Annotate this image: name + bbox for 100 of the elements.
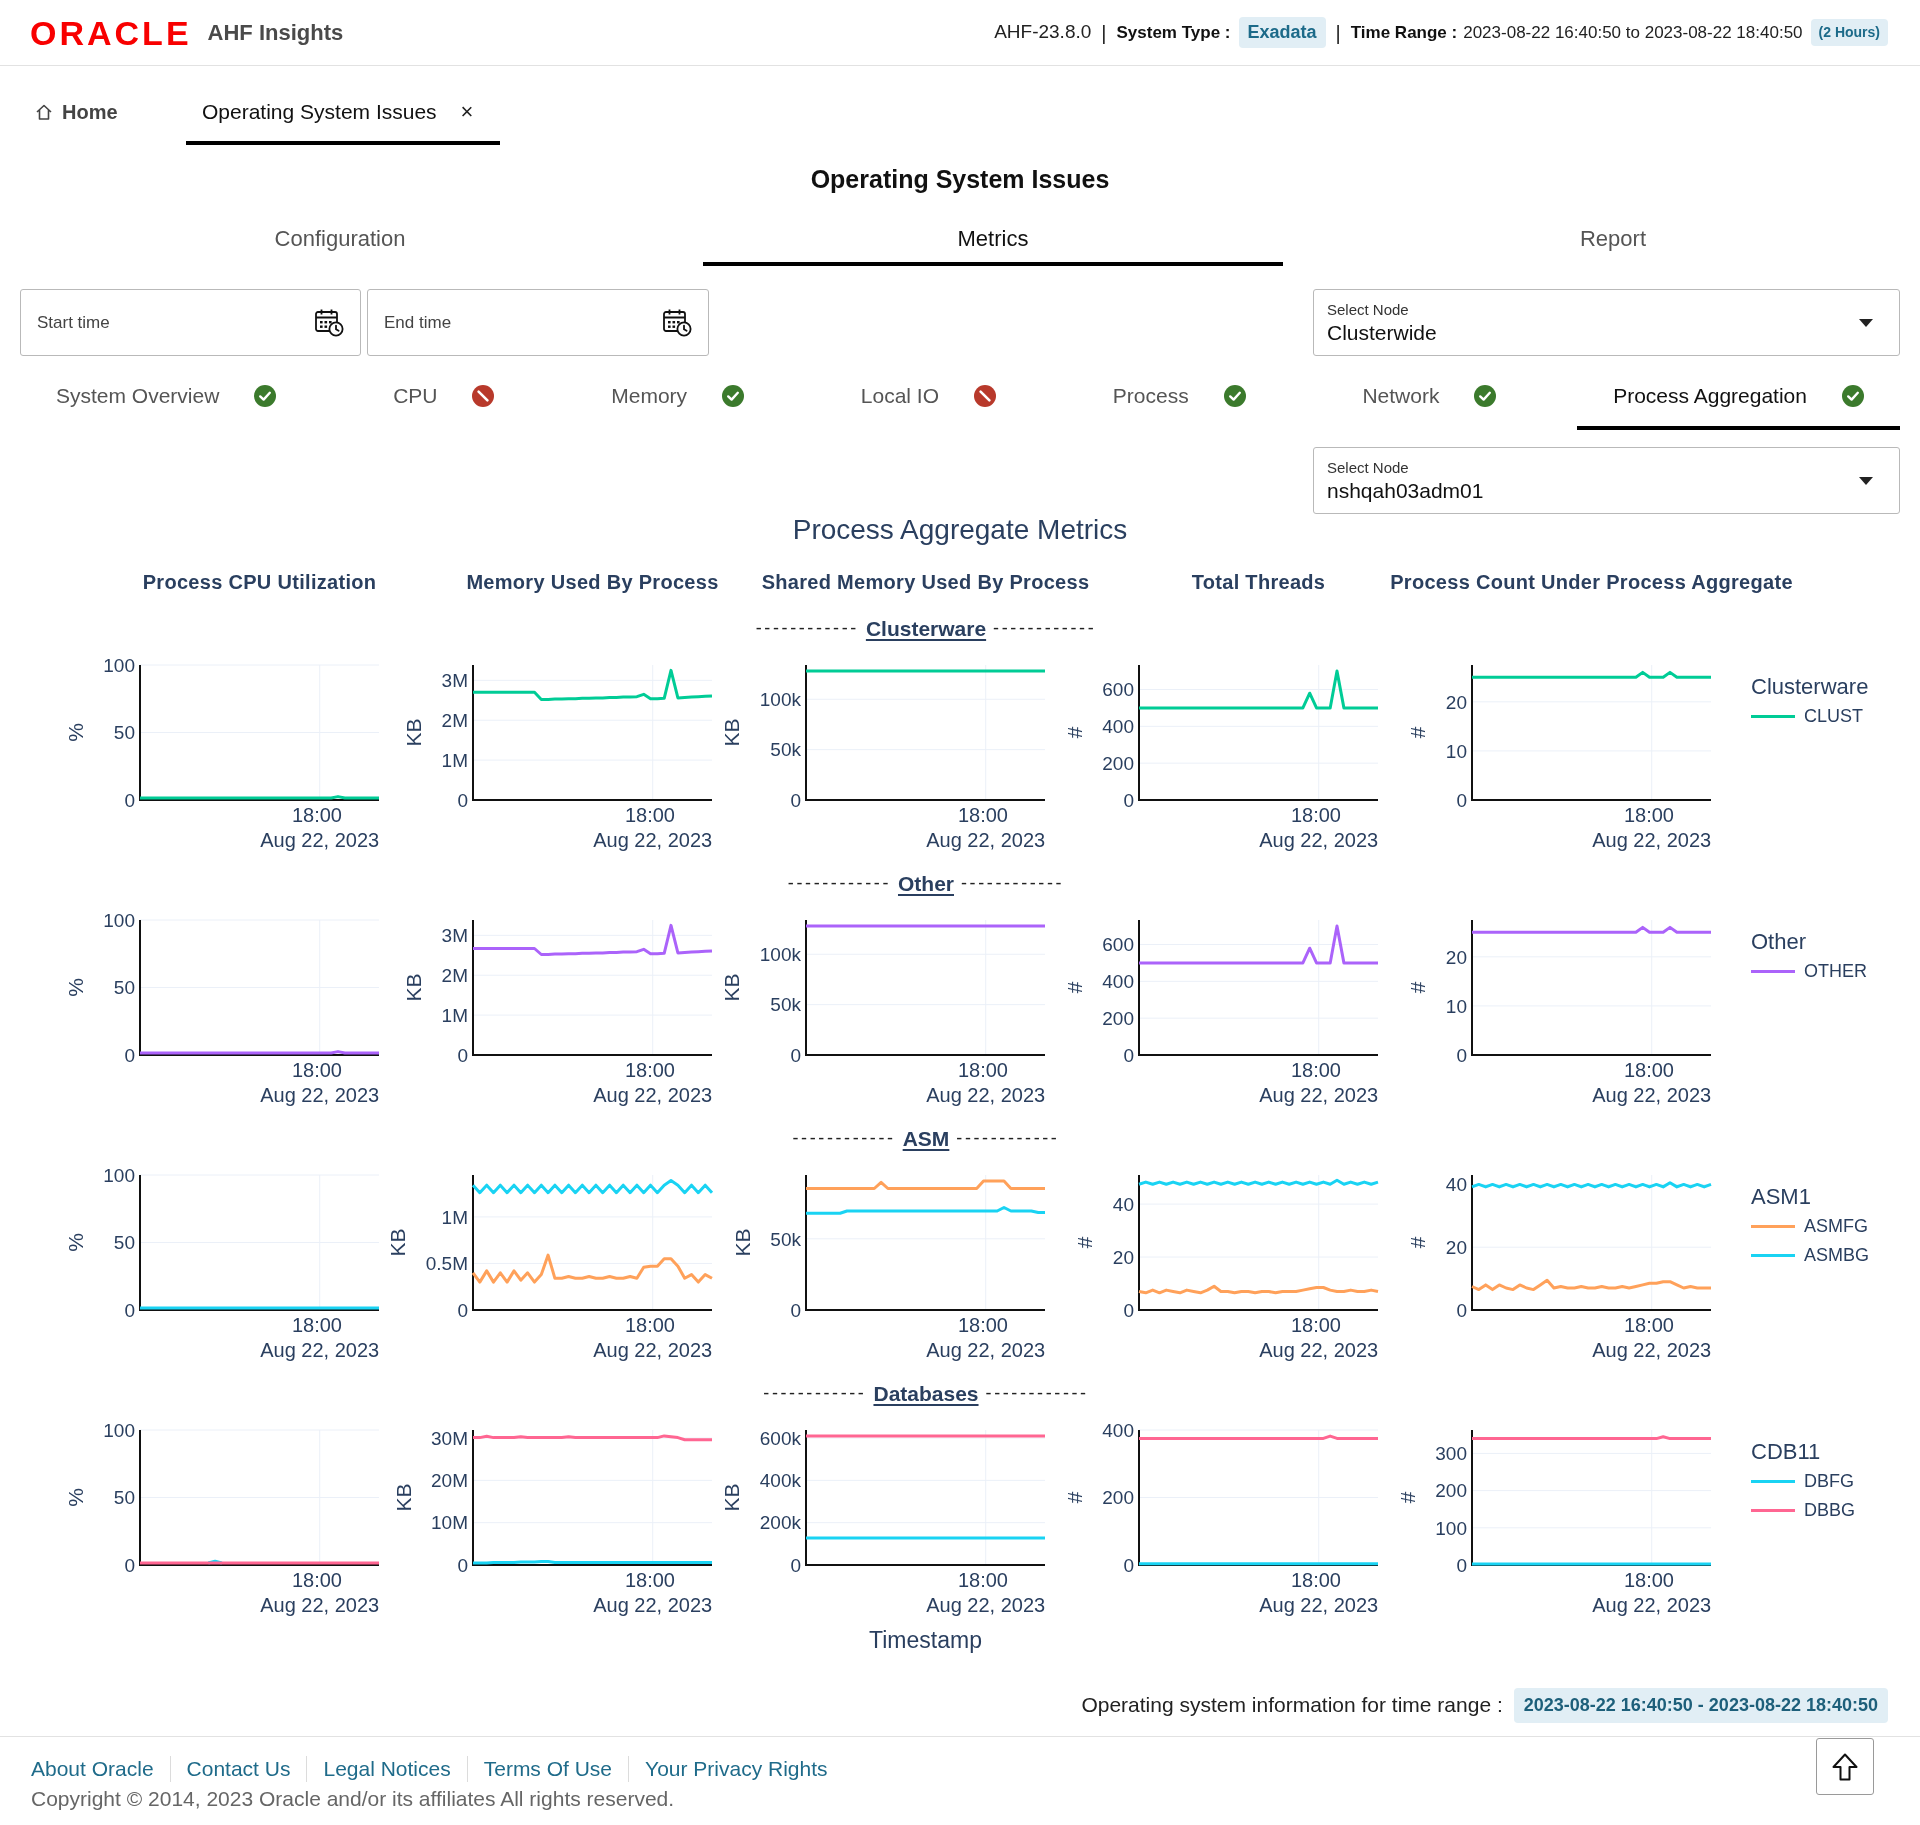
x-tick-label: 18:00 Aug 22, 2023 [260, 804, 380, 851]
y-tick-label: 100 [1435, 1517, 1467, 1539]
y-tick-label: 400k [759, 1470, 801, 1492]
metric-tab[interactable]: Network [1326, 366, 1533, 430]
y-tick-label: 0 [124, 789, 135, 811]
y-tick-label: 10M [431, 1512, 468, 1534]
y-tick-label: 0 [790, 789, 801, 811]
home-tab[interactable]: Home [20, 83, 186, 145]
y-tick-label: 20 [1445, 1237, 1467, 1258]
group-title: Other [898, 870, 954, 897]
x-tick-label: 18:00 Aug 22, 2023 [1592, 804, 1712, 851]
y-tick-label: 200 [1102, 752, 1134, 774]
y-axis-title: # [1406, 726, 1430, 739]
y-tick-label: 50k [770, 1228, 801, 1250]
section-tab[interactable]: Metrics [703, 215, 1283, 266]
column-title: Shared Memory Used By Process [761, 570, 1090, 594]
legend-title: ASM1 [1751, 1184, 1812, 1210]
y-tick-label: 0 [1123, 789, 1134, 811]
x-tick-label: 18:00 Aug 22, 2023 [1259, 1314, 1379, 1361]
y-axis-title: KB [720, 718, 744, 747]
y-tick-label: 600k [759, 1427, 801, 1449]
y-tick-label: 0 [457, 1299, 468, 1321]
node-select[interactable]: Select Node Clusterwide [1313, 289, 1900, 356]
y-tick-label: 0 [790, 1554, 801, 1576]
y-tick-label: 600 [1102, 679, 1134, 701]
x-tick-label: 18:00 Aug 22, 2023 [593, 1059, 713, 1106]
footer-link[interactable]: Legal Notices [323, 1756, 451, 1782]
scroll-to-top-button[interactable] [1816, 1738, 1874, 1795]
metric-tab[interactable]: System Overview [20, 366, 313, 430]
footer-link[interactable]: Your Privacy Rights [645, 1756, 828, 1782]
y-tick-label: 10 [1445, 995, 1467, 1017]
x-tick-label: 18:00 Aug 22, 2023 [926, 1314, 1046, 1361]
copyright-text: Copyright © 2014, 2023 Oracle and/or its affiliates All rights reserved. [31, 1786, 676, 1812]
section-tab[interactable]: Report [1326, 215, 1900, 266]
y-tick-label: 0 [1123, 1299, 1134, 1321]
metric-tab[interactable]: Local IO [824, 366, 1033, 430]
y-tick-label: 3M [441, 670, 468, 692]
legend-title: Clusterware [1751, 674, 1869, 700]
x-tick-label: 18:00 Aug 22, 2023 [1259, 804, 1379, 851]
date-time-field[interactable]: End time [367, 289, 709, 356]
y-axis-title: # [1406, 981, 1430, 994]
x-tick-label: 18:00 Aug 22, 2023 [593, 1569, 713, 1616]
section-tab[interactable]: Configuration [20, 215, 660, 266]
y-tick-label: 0 [124, 1044, 135, 1066]
node-select[interactable]: Select Node nshqah03adm01 [1313, 447, 1900, 514]
date-time-field[interactable]: Start time [20, 289, 361, 356]
page-tab[interactable]: Operating System Issues × [186, 83, 500, 145]
x-tick-label: 18:00 Aug 22, 2023 [1592, 1569, 1712, 1616]
y-tick-label: 100k [759, 689, 801, 711]
group-title: Databases [873, 1380, 979, 1407]
legend-title: Other [1751, 929, 1808, 955]
y-axis-title: # [1406, 1236, 1430, 1249]
y-tick-label: 50 [113, 977, 135, 999]
system-type-tag: Exadata [1238, 17, 1326, 48]
y-axis-title: % [63, 723, 87, 742]
metric-tab[interactable]: CPU [357, 366, 531, 430]
column-title: Memory Used By Process [466, 570, 719, 594]
y-tick-label: 50k [770, 994, 801, 1016]
time-range-caption: Operating system information for time range : [1081, 1692, 1503, 1719]
y-axis-title: % [63, 978, 87, 997]
y-tick-label: 10 [1445, 740, 1467, 762]
x-tick-label: 18:00 Aug 22, 2023 [1259, 1569, 1379, 1616]
page-title: Operating System Issues [810, 164, 1110, 196]
y-axis-title: KB [720, 1483, 744, 1512]
y-axis-title: KB [391, 1483, 415, 1512]
y-axis-title: # [1073, 1236, 1097, 1249]
x-tick-label: 18:00 Aug 22, 2023 [260, 1569, 380, 1616]
legend-label: OTHER [1804, 960, 1867, 983]
close-button[interactable]: × [460, 101, 474, 123]
time-range-tag: 2023-08-22 16:40:50 - 2023-08-22 18:40:50 [1513, 1687, 1888, 1723]
time-range-label: Time Range : [1350, 21, 1458, 44]
metric-tab[interactable]: Process [1076, 366, 1282, 430]
metric-tab[interactable]: Memory [575, 366, 781, 430]
y-tick-label: 20 [1445, 946, 1467, 968]
footer-link[interactable]: About Oracle [31, 1756, 154, 1782]
dash-rule: ------------ [792, 1127, 896, 1150]
y-tick-label: 0.5M [425, 1253, 468, 1275]
x-tick-label: 18:00 Aug 22, 2023 [926, 1569, 1046, 1616]
y-tick-label: 100k [759, 944, 801, 966]
y-tick-label: 1M [441, 1004, 468, 1026]
app-title: AHF Insights [207, 19, 344, 47]
footer-link[interactable]: Contact Us [186, 1756, 291, 1782]
y-tick-label: 2M [441, 965, 468, 987]
x-tick-label: 18:00 Aug 22, 2023 [1259, 1059, 1379, 1106]
chart-group-heading: Process Aggregate Metrics [792, 516, 1128, 544]
caret-icon [1859, 318, 1873, 327]
separator-text: | [1335, 20, 1341, 46]
dash-rule: ------------ [956, 1127, 1060, 1150]
calendar-clock-icon [314, 307, 344, 337]
group-title: Clusterware [865, 615, 987, 642]
y-tick-label: 50 [113, 1487, 135, 1509]
column-title: Process Count Under Process Aggregate [1390, 570, 1793, 594]
metric-tab[interactable]: Process Aggregation [1577, 366, 1900, 430]
y-tick-label: 0 [457, 1554, 468, 1576]
footer-link[interactable]: Terms Of Use [483, 1756, 613, 1782]
time-range-text: 2023-08-22 16:40:50 to 2023-08-22 18:40:50 [1463, 21, 1803, 44]
x-tick-label: 18:00 Aug 22, 2023 [593, 1314, 713, 1361]
y-tick-label: 400 [1102, 971, 1134, 993]
version-text: AHF-23.8.0 [994, 20, 1092, 45]
column-title: Total Threads [1191, 570, 1326, 594]
